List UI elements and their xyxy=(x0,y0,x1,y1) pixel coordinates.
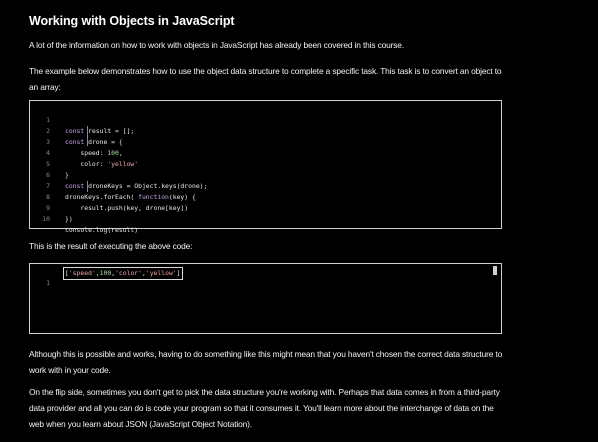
result-output-editor[interactable]: 1 ['speed',100,'color','yellow'] xyxy=(29,263,502,334)
code-line: 9 }) xyxy=(30,192,501,223)
lesson-page: Working with Objects in JavaScript A lot… xyxy=(0,0,598,442)
code-line-text: }) xyxy=(65,215,73,223)
code-line: 8 result.push(key, drone[key]) xyxy=(30,181,501,212)
result-line: 1 ['speed',100,'color','yellow'] xyxy=(30,267,501,287)
line-number: 1 xyxy=(46,279,50,287)
page-title: Working with Objects in JavaScript xyxy=(29,14,235,28)
scrollbar[interactable] xyxy=(493,266,497,275)
paragraph-after-2: On the flip side, sometimes you don't ge… xyxy=(29,387,500,429)
code-example-editor[interactable]: 1 const result = []; 2 const drone = { 3… xyxy=(29,100,502,234)
code-line: 3 speed: 100, xyxy=(30,126,501,157)
code-line: 1 const result = []; xyxy=(30,104,501,135)
intro-paragraph: A lot of the information on how to work … xyxy=(29,40,404,50)
code-line: 2 const drone = { xyxy=(30,115,501,146)
code-line: 5 } xyxy=(30,148,501,179)
code-line: 6 const droneKeys = Object.keys(drone); xyxy=(30,159,501,190)
code-line-text: console.log(result) xyxy=(65,226,139,234)
paragraph-after-1: Although this is possible and works, hav… xyxy=(29,349,503,375)
line-number: 10 xyxy=(42,215,50,223)
code-line: 4 color: 'yellow' xyxy=(30,137,501,168)
result-intro-paragraph: This is the result of executing the abov… xyxy=(29,241,193,251)
example-intro-paragraph: The example below demonstrates how to us… xyxy=(29,66,502,92)
result-output-text: ['speed',100,'color','yellow'] xyxy=(63,267,183,280)
code-line: 7 droneKeys.forEach( function(key) { xyxy=(30,170,501,201)
code-line: 10 console.log(result) xyxy=(30,203,501,234)
